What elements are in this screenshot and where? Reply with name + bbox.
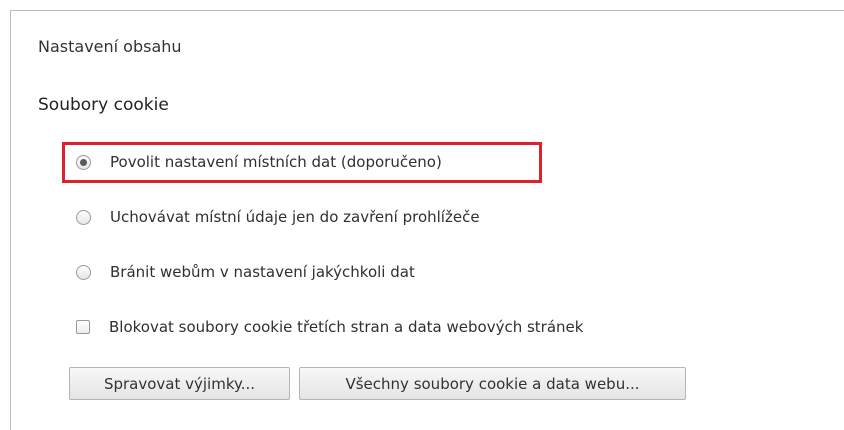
- radio-label-keep-until-close: Uchovávat místní údaje jen do zavření pr…: [110, 208, 480, 226]
- radio-button[interactable]: [76, 209, 91, 225]
- manage-exceptions-button[interactable]: Spravovat výjimky...: [69, 367, 290, 400]
- checkbox-option-block-third-party[interactable]: Blokovat soubory cookie třetích stran a …: [76, 316, 583, 338]
- radio-option-block-sites[interactable]: Bránit webům v nastavení jakýchkoli dat: [76, 261, 415, 283]
- radio-option-keep-until-close[interactable]: Uchovávat místní údaje jen do zavření pr…: [76, 206, 480, 228]
- checkbox-label-block-third-party: Blokovat soubory cookie třetích stran a …: [109, 318, 584, 336]
- highlight-box: [62, 142, 542, 183]
- dialog-title: Nastavení obsahu: [38, 37, 182, 56]
- section-title-cookies: Soubory cookie: [38, 95, 169, 115]
- all-cookies-button[interactable]: Všechny soubory cookie a data webu...: [299, 367, 686, 400]
- radio-button[interactable]: [76, 264, 91, 280]
- checkbox-block-third-party[interactable]: [76, 320, 90, 334]
- radio-label-block-sites: Bránit webům v nastavení jakýchkoli dat: [110, 263, 415, 281]
